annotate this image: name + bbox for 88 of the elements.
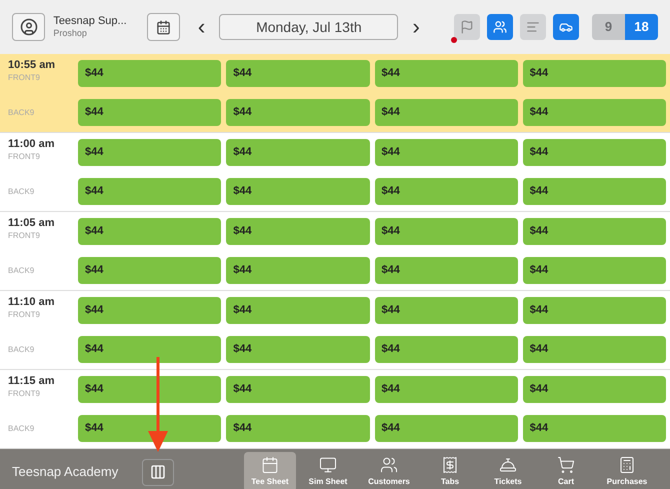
nine-label: FRONT9 [8,310,41,320]
calendar-button[interactable] [147,13,180,41]
receipt-icon [441,456,459,474]
slot-button[interactable]: $44 [78,218,222,245]
slot-button[interactable]: $44 [374,139,518,166]
slot-button[interactable]: $44 [78,376,222,403]
bell-icon [499,456,517,474]
nav-tab[interactable]: Tickets [482,452,534,489]
slot-button[interactable]: $44 [522,376,666,403]
view-toggle-button[interactable] [486,14,513,40]
nine-label: FRONT9 [8,230,41,241]
slot-button[interactable]: $44 [374,60,518,87]
slot-button[interactable]: $44 [226,218,370,245]
slot-button[interactable]: $44 [374,257,518,284]
slot-button[interactable]: $44 [374,178,518,205]
slot-button[interactable]: $44 [522,218,666,245]
slot-button[interactable]: $44 [522,297,666,324]
slot-button[interactable]: $44 [522,415,666,442]
slot-button[interactable]: $44 [226,178,370,205]
slot-button[interactable]: $44 [226,60,370,87]
nav-tab[interactable]: Customers [360,452,418,489]
monitor-icon [319,456,337,474]
nine-label: BACK9 [8,424,36,434]
calendar-icon [156,20,172,34]
holes-toggle-button[interactable]: 18 [624,14,658,40]
nine-label: FRONT9 [8,388,41,399]
nav-tab[interactable]: Purchases [598,452,656,489]
account-role: Proshop [53,28,88,40]
app-title: Teesnap Academy [12,463,120,482]
slot-button[interactable]: $44 [226,376,370,403]
nine-label: BACK9 [8,108,36,118]
tee-time: 11:05 am [8,217,56,231]
people-icon [380,456,398,474]
nine-label: FRONT9 [8,72,41,83]
slot-button[interactable]: $44 [522,60,666,87]
view-toggle-button[interactable] [552,14,579,40]
slot-button[interactable]: $44 [226,139,370,166]
previous-day-button[interactable]: ‹ [192,16,212,38]
slot-button[interactable]: $44 [78,139,222,166]
slot-button[interactable]: $44 [522,139,666,166]
view-toggle-button[interactable] [454,14,480,40]
slot-button[interactable]: $44 [374,99,518,126]
slot-button[interactable]: $44 [78,336,222,363]
calendar-icon [261,456,279,474]
nine-label: BACK9 [8,187,36,197]
tee-time: 11:00 am [8,138,56,152]
people-icon [492,20,507,34]
slot-button[interactable]: $44 [374,336,518,363]
slot-button[interactable]: $44 [522,336,666,363]
nine-label: BACK9 [8,345,36,355]
slot-button[interactable]: $44 [78,60,222,87]
slot-button[interactable]: $44 [374,376,518,403]
nav-tab[interactable]: Tabs [424,452,476,489]
tee-time: 10:55 am [8,59,56,73]
calculator-icon [618,456,636,474]
shopping-cart-icon [557,456,575,474]
nav-tab[interactable]: Sim Sheet [302,452,354,489]
user-icon [20,18,38,36]
next-day-button[interactable]: › [406,16,426,38]
view-toggle-button[interactable] [520,14,546,40]
account-name: Teesnap Sup... [53,14,128,28]
slot-button[interactable]: $44 [522,178,666,205]
flag-icon [460,20,474,34]
tee-time: 11:15 am [8,375,56,389]
slot-button[interactable]: $44 [78,178,222,205]
panel-toggle-button[interactable] [142,458,174,486]
columns-icon [150,464,166,480]
slot-button[interactable]: $44 [522,99,666,126]
slot-button[interactable]: $44 [226,297,370,324]
slot-button[interactable]: $44 [226,336,370,363]
slot-button[interactable]: $44 [374,218,518,245]
tee-time: 11:10 am [8,296,56,310]
slot-button[interactable]: $44 [78,99,222,126]
slot-button[interactable]: $44 [374,297,518,324]
slot-button[interactable]: $44 [78,297,222,324]
account-button[interactable] [12,13,46,41]
slot-button[interactable]: $44 [226,415,370,442]
slot-button[interactable]: $44 [78,257,222,284]
slot-button[interactable]: $44 [226,99,370,126]
date-field[interactable]: Monday, Jul 13th [219,14,398,40]
nine-label: BACK9 [8,266,36,276]
slot-button[interactable]: $44 [374,415,518,442]
slot-button[interactable]: $44 [226,257,370,284]
slot-button[interactable]: $44 [78,415,222,442]
bars-icon [526,20,540,34]
nine-label: FRONT9 [8,152,41,162]
slot-button[interactable]: $44 [522,257,666,284]
nav-tab[interactable]: Cart [540,452,592,489]
